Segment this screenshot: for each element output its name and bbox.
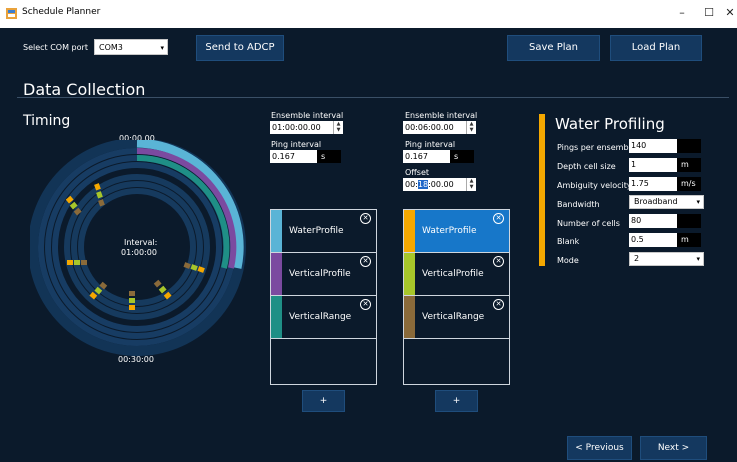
group1-ensemble-spinner[interactable]: ▲ ▼ (333, 121, 343, 134)
blank-label: Blank (557, 237, 580, 246)
close-icon[interactable]: ✕ (360, 256, 371, 267)
com-port-value: COM3 (99, 43, 123, 52)
mode-label: Mode (557, 256, 579, 265)
inner-ring-3 (78, 188, 196, 306)
com-port-select[interactable]: COM3 ▾ (94, 39, 168, 55)
pings-input[interactable]: 140 (629, 139, 677, 153)
ambiguity-label: Ambiguity velocity (557, 181, 632, 190)
mode-value: 2 (634, 254, 640, 263)
chevron-down-icon: ▾ (160, 44, 164, 52)
list-item-label: WaterProfile (422, 226, 477, 236)
timing-bottom-time: 00:30:00 (118, 355, 154, 364)
close-icon[interactable]: ✕ (493, 213, 504, 224)
group2-offset-input[interactable]: 00:18:00.00 (403, 178, 467, 191)
close-icon[interactable]: ✕ (493, 299, 504, 310)
group1-ensemble-input[interactable]: 01:00:00.00 (270, 121, 334, 134)
group1-ping-label: Ping interval (271, 140, 322, 149)
group2-offset-spinner[interactable]: ▲ ▼ (466, 178, 476, 191)
minimize-button[interactable]: – (670, 4, 694, 22)
cells-input[interactable]: 80 (629, 214, 677, 228)
water-profiling-accent-bar (539, 114, 545, 266)
water-profiling-title: Water Profiling (555, 115, 665, 133)
cells-unit (677, 214, 701, 228)
color-swatch (271, 296, 282, 338)
group2-ensemble-label: Ensemble interval (405, 111, 478, 120)
list-item[interactable]: VerticalProfile ✕ (404, 253, 509, 296)
send-to-adcp-button[interactable]: Send to ADCP (196, 35, 284, 61)
depth-cell-unit: m (677, 158, 701, 172)
group2-command-list: WaterProfile ✕ VerticalProfile ✕ Vertica… (403, 209, 510, 385)
color-swatch (404, 210, 415, 252)
save-plan-button[interactable]: Save Plan (507, 35, 600, 61)
group2-ping-unit: s (450, 150, 474, 163)
color-swatch (271, 210, 282, 252)
group1-ping-input[interactable]: 0.167 (270, 150, 317, 163)
blank-unit: m (677, 233, 701, 247)
group2-ping-label: Ping interval (405, 140, 456, 149)
list-item-label: WaterProfile (289, 226, 344, 236)
color-swatch (404, 296, 415, 338)
app-icon (6, 8, 17, 19)
depth-cell-input[interactable]: 1 (629, 158, 677, 172)
title-bar: Schedule Planner – ☐ ✕ (0, 0, 737, 28)
group2-offset-label: Offset (405, 168, 430, 177)
inner-ring-1 (64, 174, 210, 320)
color-swatch (271, 253, 282, 295)
color-swatch (404, 253, 415, 295)
offset-selection: 18 (417, 180, 429, 189)
ambiguity-input[interactable]: 1.75 (629, 177, 677, 191)
inner-ring-2 (71, 181, 203, 313)
cells-label: Number of cells (557, 219, 620, 228)
ambiguity-unit: m/s (677, 177, 701, 191)
previous-button[interactable]: < Previous (567, 436, 632, 460)
list-item-label: VerticalRange (422, 312, 485, 322)
group1-add-button[interactable]: + (302, 390, 345, 412)
interval-value: 01:00:00 (121, 248, 157, 257)
list-item-selected[interactable]: WaterProfile ✕ (404, 210, 509, 253)
bandwidth-value: Broadband (634, 197, 678, 206)
group2-add-button[interactable]: + (435, 390, 478, 412)
list-item-label: VerticalProfile (422, 269, 484, 279)
bandwidth-select[interactable]: Broadband ▾ (629, 195, 704, 209)
offset-suffix: :00.00 (428, 180, 454, 189)
window-title: Schedule Planner (22, 7, 101, 17)
com-port-label: Select COM port (23, 43, 88, 52)
blank-input[interactable]: 0.5 (629, 233, 677, 247)
close-icon[interactable]: ✕ (360, 299, 371, 310)
depth-cell-label: Depth cell size (557, 162, 616, 171)
timing-title: Timing (23, 113, 71, 129)
offset-prefix: 00: (405, 180, 418, 189)
group2-ensemble-input[interactable]: 00:06:00.00 (403, 121, 467, 134)
list-item-label: VerticalProfile (289, 269, 351, 279)
group2-ensemble-spinner[interactable]: ▲ ▼ (466, 121, 476, 134)
next-button[interactable]: Next > (640, 436, 707, 460)
chevron-down-icon: ▾ (696, 255, 700, 263)
group2-ping-input[interactable]: 0.167 (403, 150, 450, 163)
list-item[interactable]: VerticalRange ✕ (404, 296, 509, 339)
close-icon[interactable]: ✕ (493, 256, 504, 267)
group1-command-list: WaterProfile ✕ VerticalProfile ✕ Vertica… (270, 209, 377, 385)
pings-unit (677, 139, 701, 153)
close-icon[interactable]: ✕ (360, 213, 371, 224)
interval-label: Interval: (124, 238, 158, 247)
list-item-label: VerticalRange (289, 312, 352, 322)
chevron-down-icon: ▾ (696, 198, 700, 206)
list-item[interactable]: VerticalProfile ✕ (271, 253, 376, 296)
section-divider (17, 97, 729, 98)
group1-ping-unit: s (317, 150, 341, 163)
list-item[interactable]: VerticalRange ✕ (271, 296, 376, 339)
load-plan-button[interactable]: Load Plan (610, 35, 702, 61)
close-window-button[interactable]: ✕ (718, 4, 737, 22)
mode-select[interactable]: 2 ▾ (629, 252, 704, 266)
group1-ensemble-label: Ensemble interval (271, 111, 344, 120)
bandwidth-label: Bandwidth (557, 200, 600, 209)
pings-label: Pings per ensemble (557, 143, 636, 152)
list-item[interactable]: WaterProfile ✕ (271, 210, 376, 253)
